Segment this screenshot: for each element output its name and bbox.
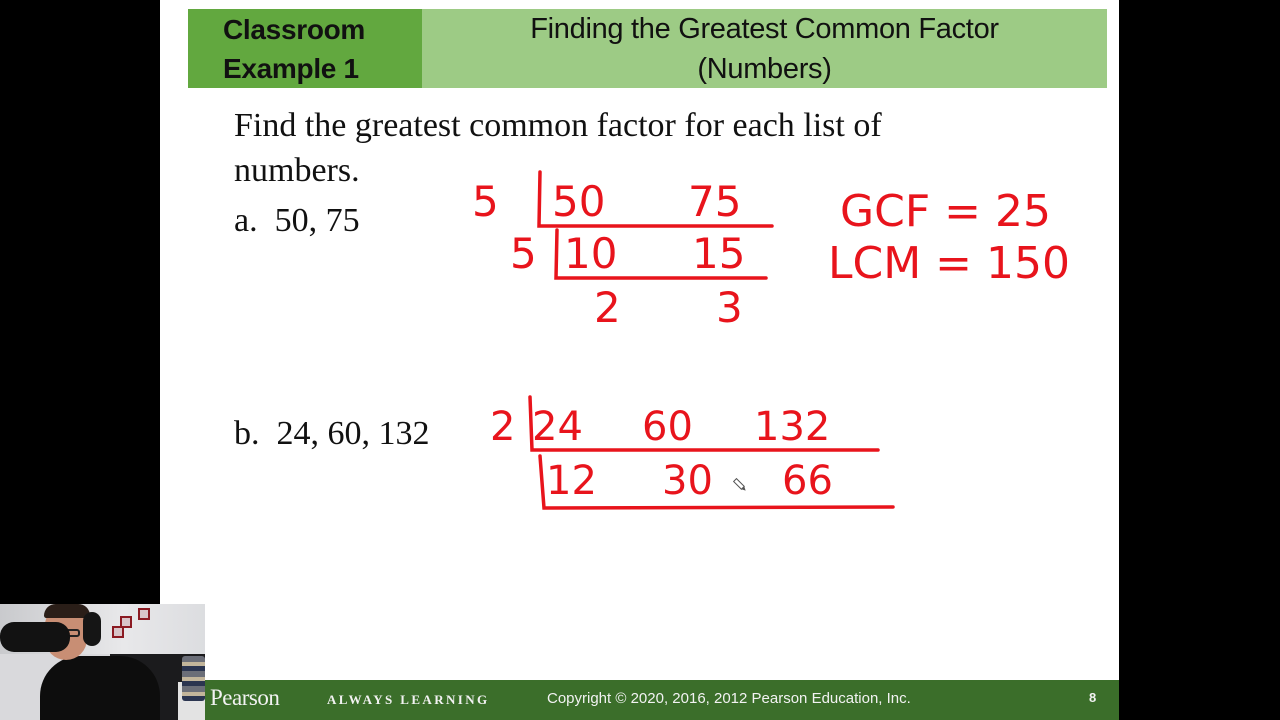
slide-page-number: 8 — [1089, 690, 1097, 705]
letterbox-right — [1119, 0, 1280, 720]
ink-lcm: LCM = 150 — [828, 238, 1070, 289]
slide-title-line-2: (Numbers) — [697, 52, 832, 85]
ink-problem-b — [528, 395, 895, 510]
microphone-icon — [0, 622, 70, 652]
webcam-figurines — [182, 656, 205, 701]
title-label-line-2: Example 1 — [223, 52, 359, 84]
ink-a-value-3: 3 — [716, 283, 743, 332]
slide-title: Finding the Greatest Common Factor (Numb… — [422, 9, 1107, 88]
prompt-text: Find the greatest common factor for each… — [234, 107, 882, 189]
ink-b-bracket-2 — [538, 454, 895, 510]
ink-b-bracket-1 — [528, 395, 880, 452]
footer-tagline: ALWAYS LEARNING — [327, 692, 490, 707]
footer-bar: Pearson ALWAYS LEARNING Copyright © 2020… — [160, 680, 1119, 720]
ink-gcf: GCF = 25 — [840, 186, 1051, 237]
problem-a: a. 50, 75 — [234, 202, 360, 240]
ink-a-value-15: 15 — [692, 229, 745, 278]
webcam-wall-frame — [112, 626, 124, 638]
footer-copyright: Copyright © 2020, 2016, 2012 Pearson Edu… — [547, 690, 911, 707]
ink-a-bracket-2 — [554, 228, 768, 280]
ink-b-value-24: 24 — [532, 404, 583, 450]
ink-a-value-10: 10 — [564, 229, 617, 278]
ink-a-value-2: 2 — [594, 283, 621, 332]
title-label-line-1: Classroom — [223, 13, 366, 45]
title-label: Classroom Example 1 — [188, 9, 422, 88]
ink-a-divisor-2: 5 — [510, 229, 537, 278]
problem-b-numbers: 24, 60, 132 — [276, 415, 430, 452]
ink-b-value-12: 12 — [546, 458, 597, 504]
slide: Classroom Example 1 Finding the Greatest… — [160, 0, 1119, 720]
headphones-icon — [83, 612, 101, 646]
pen-cursor-icon — [732, 477, 746, 491]
pearson-logo: Pearson — [210, 685, 280, 710]
slide-title-line-1: Finding the Greatest Common Factor — [530, 12, 999, 45]
ink-b-value-66: 66 — [782, 458, 833, 504]
title-bar: Classroom Example 1 Finding the Greatest… — [188, 9, 1107, 88]
problem-b-label: b. — [234, 415, 260, 452]
ink-b-value-132: 132 — [754, 404, 830, 450]
webcam-presenter-body — [40, 656, 160, 720]
ink-b-value-60: 60 — [642, 404, 693, 450]
webcam-wall-frame — [138, 608, 150, 620]
problem-a-label: a. — [234, 202, 258, 239]
problem-b: b. 24, 60, 132 — [234, 415, 430, 453]
ink-b-divisor: 2 — [490, 404, 515, 450]
problem-a-numbers: 50, 75 — [274, 202, 360, 239]
ink-b-value-30: 30 — [662, 458, 713, 504]
presenter-webcam — [0, 604, 205, 720]
